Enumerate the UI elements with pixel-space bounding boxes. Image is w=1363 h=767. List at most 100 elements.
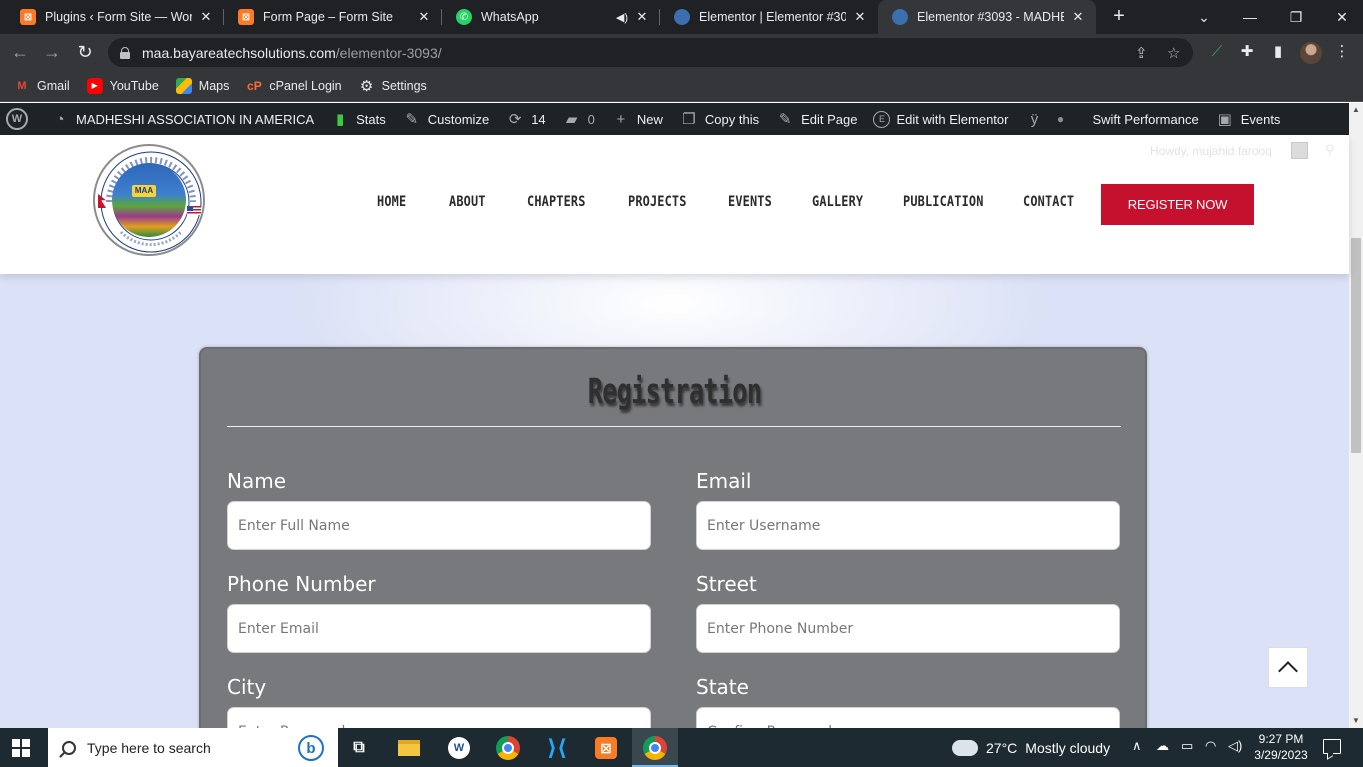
close-icon[interactable]: ✕ — [198, 9, 214, 25]
admin-comments[interactable]: ▰ 0 — [562, 109, 595, 129]
taskbar-clock[interactable]: 9:27 PM 3/29/2023 — [1253, 731, 1309, 763]
state-label: State — [696, 675, 749, 699]
nav-contact[interactable]: CONTACT — [1023, 194, 1074, 210]
bookmark-youtube[interactable]: ▶ YouTube — [86, 77, 159, 94]
page-scrollbar[interactable]: ▲ ▼ — [1349, 103, 1363, 728]
url-host: maa.bayareatechsolutions.com — [142, 44, 336, 61]
admin-swift[interactable]: Swift Performance — [1092, 112, 1198, 127]
minimize-icon[interactable]: — — [1227, 0, 1273, 34]
register-now-button[interactable]: REGISTER NOW — [1101, 184, 1254, 225]
forward-arrow-icon[interactable]: → — [40, 40, 64, 64]
admin-edit-elementor[interactable]: E Edit with Elementor — [873, 110, 1008, 128]
tray-chevron-up-icon[interactable]: ∧ — [1132, 738, 1142, 754]
admin-customize[interactable]: ✎ Customize — [402, 109, 489, 129]
battery-icon[interactable]: ▭ — [1181, 738, 1193, 754]
window-close-icon[interactable]: ✕ — [1319, 0, 1363, 34]
admin-site-name[interactable]: ◔ MADHESHI ASSOCIATION IN AMERICA — [50, 109, 314, 129]
notifications-icon[interactable] — [1323, 739, 1341, 754]
windows-start-icon[interactable] — [12, 739, 30, 757]
file-explorer-icon[interactable] — [396, 735, 422, 761]
close-icon[interactable]: ✕ — [852, 9, 868, 25]
chrome-app-icon[interactable] — [495, 735, 521, 761]
vscode-app-icon[interactable]: ⟩⟨ — [544, 735, 570, 761]
nav-about[interactable]: ABOUT — [449, 194, 486, 210]
cpanel-icon: cP — [247, 78, 262, 93]
user-avatar[interactable] — [1291, 142, 1308, 159]
gmail-icon: M — [17, 79, 27, 92]
speaker-icon[interactable]: ◀) — [616, 11, 628, 24]
yoast-icon: ÿ — [1030, 110, 1039, 128]
cloud-sync-icon[interactable]: ☁ — [1156, 738, 1169, 754]
bookmark-label: Maps — [198, 78, 230, 93]
nav-events[interactable]: EVENTS — [728, 194, 772, 210]
back-to-top-chevron-icon[interactable] — [1268, 647, 1308, 688]
search-icon[interactable]: ⚲ — [1325, 142, 1335, 158]
address-bar[interactable]: maa.bayareatechsolutions.com/elementor-3… — [108, 38, 1193, 67]
extensions-puzzle-icon[interactable]: ✚ — [1237, 42, 1257, 62]
task-view-icon[interactable]: ⧉ — [346, 735, 372, 761]
bookmark-maps[interactable]: Maps — [175, 77, 230, 94]
profile-avatar[interactable] — [1300, 42, 1322, 64]
copy-icon: ❐ — [682, 111, 696, 128]
tab-elementor[interactable]: Elementor | Elementor #3093 ✕ — [660, 0, 878, 34]
bookmark-gmail[interactable]: M Gmail — [14, 78, 69, 94]
close-icon[interactable]: ✕ — [416, 9, 432, 25]
reload-icon[interactable]: ↻ — [73, 40, 97, 64]
lock-icon[interactable] — [120, 46, 130, 59]
elementor-icon: E — [873, 110, 891, 128]
nav-publication[interactable]: PUBLICATION — [903, 194, 984, 210]
share-icon[interactable]: ⇪ — [1135, 44, 1148, 62]
tab-search-chevron-icon[interactable]: ⌄ — [1181, 0, 1227, 34]
close-icon[interactable]: ✕ — [634, 9, 650, 25]
admin-stats[interactable]: ▮ Stats — [330, 109, 386, 129]
scroll-up-arrow-icon[interactable]: ▲ — [1349, 103, 1363, 117]
admin-edit-page[interactable]: ✎ Edit Page — [775, 109, 858, 129]
bookmark-settings[interactable]: ⚙ Settings — [359, 78, 427, 95]
restore-icon[interactable]: ❐ — [1273, 0, 1319, 34]
clock-time: 9:27 PM — [1258, 732, 1304, 746]
bing-icon[interactable]: b — [298, 735, 324, 761]
email-label: Email — [696, 469, 752, 493]
weather-widget[interactable]: 27°C Mostly cloudy — [952, 728, 1110, 767]
howdy-user[interactable]: Howdy, mujahid farooq — [1150, 144, 1272, 158]
new-tab-plus-icon[interactable]: + — [1108, 5, 1130, 27]
close-icon[interactable]: ✕ — [1070, 9, 1086, 25]
nav-gallery[interactable]: GALLERY — [812, 194, 863, 210]
updates-icon: ⟳ — [508, 111, 522, 128]
scroll-down-arrow-icon[interactable]: ▼ — [1349, 714, 1363, 728]
site-logo[interactable]: MAA — [93, 144, 205, 256]
email-input[interactable] — [696, 501, 1120, 550]
xampp-app-icon[interactable]: ⊠ — [593, 735, 619, 761]
wifi-icon[interactable]: ◠ — [1205, 738, 1216, 754]
street-input[interactable] — [696, 604, 1120, 653]
wordpress-logo-button[interactable]: W — [6, 108, 34, 130]
name-input[interactable] — [227, 501, 651, 550]
extension-badge-icon[interactable]: ⟋ — [1207, 42, 1227, 62]
maa-logo-icon — [674, 9, 690, 25]
nav-projects[interactable]: PROJECTS — [628, 194, 687, 210]
admin-new[interactable]: + New — [611, 109, 663, 129]
admin-yoast[interactable]: ÿ ● — [1024, 109, 1076, 129]
admin-events[interactable]: ▣ Events — [1215, 109, 1281, 129]
volume-icon[interactable]: ◁) — [1228, 738, 1242, 754]
nav-chapters[interactable]: CHAPTERS — [527, 194, 586, 210]
scroll-thumb[interactable] — [1351, 238, 1361, 453]
admin-updates[interactable]: ⟳ 14 — [505, 109, 546, 129]
menu-kebab-icon[interactable]: ⋮ — [1332, 42, 1352, 62]
tab-whatsapp[interactable]: ✆ WhatsApp ◀) ✕ — [442, 0, 660, 34]
admin-copy-this[interactable]: ❐ Copy this — [679, 109, 759, 129]
nav-home[interactable]: HOME — [377, 194, 406, 210]
side-panel-icon[interactable]: ▮ — [1268, 42, 1288, 62]
bookmark-star-icon[interactable]: ☆ — [1167, 44, 1180, 62]
bookmark-cpanel[interactable]: cP cPanel Login — [246, 78, 342, 94]
tab-title: Elementor #3093 - MADHESI — [917, 10, 1064, 24]
back-arrow-icon[interactable]: ← — [8, 40, 32, 64]
tab-elementor-3093-active[interactable]: Elementor #3093 - MADHESI ✕ — [878, 0, 1096, 34]
phone-number-input[interactable] — [227, 604, 651, 653]
tab-plugins[interactable]: ⊠ Plugins ‹ Form Site — WordP ✕ — [6, 0, 224, 34]
word-app-icon[interactable]: W — [446, 735, 472, 761]
bookmarks-bar: M Gmail ▶ YouTube Maps cP cPanel Login ⚙… — [0, 70, 1363, 102]
taskbar-search-box[interactable]: Type here to search b — [48, 728, 338, 767]
tab-form-page[interactable]: ⊠ Form Page – Form Site ✕ — [224, 0, 442, 34]
chrome-active-app-icon[interactable] — [632, 728, 678, 767]
